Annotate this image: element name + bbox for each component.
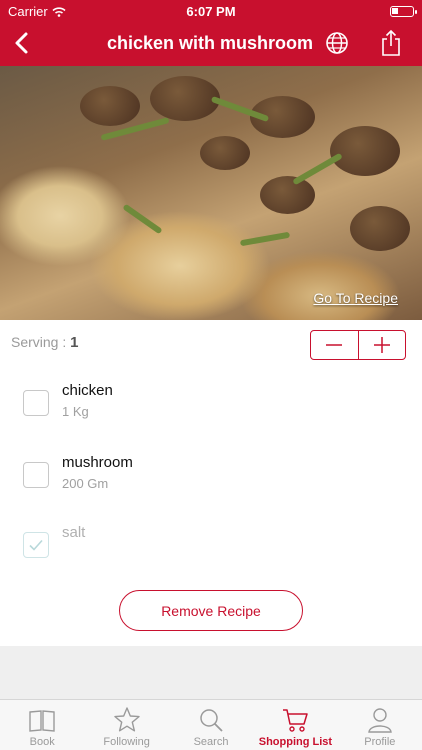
book-icon (29, 710, 55, 732)
recipe-photo: Go To Recipe (0, 66, 422, 320)
status-bar: Carrier 6:07 PM (0, 0, 422, 22)
battery-icon (390, 6, 417, 17)
remove-recipe-button[interactable]: Remove Recipe (119, 590, 303, 631)
serving-value: 1 (70, 334, 79, 351)
ingredient-name: mushroom (62, 454, 133, 471)
serving-label: Serving : (11, 334, 67, 350)
tab-bar: Book Following Search Shopping List Prof… (0, 699, 422, 750)
serving-row: Serving : 1 (11, 334, 78, 351)
ingredient-name: chicken (62, 382, 113, 399)
cart-icon (283, 709, 309, 732)
tab-label: Shopping List (258, 736, 333, 748)
list-item[interactable]: chicken 1 Kg (0, 376, 422, 436)
list-item[interactable]: salt (0, 518, 422, 578)
tab-label: Search (193, 736, 229, 748)
increment-button[interactable] (357, 331, 406, 359)
page-title: chicken with mushroom (106, 33, 314, 53)
serving-stepper[interactable] (310, 330, 406, 360)
globe-icon[interactable] (324, 30, 350, 56)
minus-icon (326, 344, 343, 346)
tab-label: Following (103, 736, 150, 748)
tab-label: Profile (364, 736, 396, 748)
decrement-button[interactable] (311, 331, 358, 359)
star-icon (113, 707, 140, 732)
back-icon[interactable] (8, 28, 36, 58)
clock: 6:07 PM (186, 4, 236, 19)
shopping-list-panel: Serving : 1 chicken 1 Kg mushroom 200 Gm… (0, 320, 422, 646)
share-icon[interactable] (378, 28, 404, 58)
checkmark-icon (29, 539, 43, 551)
list-item[interactable]: mushroom 200 Gm (0, 448, 422, 508)
nav-bar: chicken with mushroom (0, 26, 422, 62)
ingredient-quantity: 1 Kg (62, 404, 89, 419)
checkbox[interactable] (23, 532, 49, 558)
person-icon (368, 708, 392, 733)
tab-label: Book (29, 736, 55, 748)
tab-search[interactable]: Search (169, 700, 253, 750)
search-icon (200, 709, 223, 732)
checkbox[interactable] (23, 390, 49, 416)
go-to-recipe-link[interactable]: Go To Recipe (313, 290, 398, 306)
tab-following[interactable]: Following (84, 700, 168, 750)
ingredient-quantity: 200 Gm (62, 476, 109, 491)
checkbox[interactable] (23, 462, 49, 488)
header: Carrier 6:07 PM chicken with mushroom (0, 0, 422, 66)
tab-profile[interactable]: Profile (338, 700, 422, 750)
plus-icon (373, 337, 390, 353)
tab-shopping-list[interactable]: Shopping List (253, 700, 337, 750)
tab-book[interactable]: Book (0, 700, 84, 750)
ingredient-name: salt (62, 524, 86, 541)
